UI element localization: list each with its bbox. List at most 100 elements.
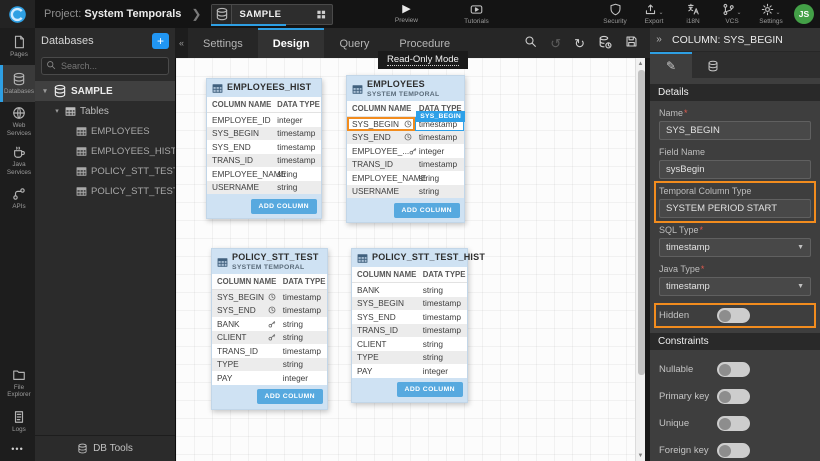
- expand-panel-icon[interactable]: »: [653, 34, 665, 45]
- toolbar-search-icon[interactable]: [524, 35, 537, 51]
- table-card-header[interactable]: EMPLOYEES_HIST: [207, 79, 321, 97]
- sidebar-item-web-services[interactable]: Web Services: [0, 102, 35, 141]
- designer-tab-settings[interactable]: Settings: [188, 28, 258, 58]
- tree-item-policy-stt-test[interactable]: POLICY_STT_TEST: [35, 161, 175, 181]
- column-row[interactable]: EMPLOYEE_IDinteger: [207, 113, 321, 127]
- column-row[interactable]: TRANS_IDtimestamp: [347, 158, 464, 172]
- sidebar-item-databases[interactable]: Databases: [0, 65, 35, 102]
- data-type-text: string: [283, 332, 303, 342]
- add-column-button[interactable]: ADD COLUMN: [397, 382, 463, 397]
- more-options-button[interactable]: •••: [0, 440, 35, 458]
- db-tools-button[interactable]: DB Tools: [35, 435, 175, 461]
- inspector-header: » COLUMN: SYS_BEGIN: [650, 28, 820, 52]
- apps-grid-icon[interactable]: [310, 5, 332, 24]
- column-row[interactable]: TRANS_IDtimestamp: [212, 344, 327, 358]
- tree-item-employees-hist[interactable]: EMPLOYEES_HIST: [35, 141, 175, 161]
- preview-button[interactable]: ▶ Preview: [391, 4, 421, 24]
- app-logo[interactable]: [0, 0, 35, 28]
- data-type-cell: timestamp: [419, 324, 467, 338]
- scroll-down-arrow[interactable]: ▼: [636, 450, 645, 461]
- workspace-tab-sample[interactable]: SAMPLE: [211, 4, 333, 25]
- hidden-toggle[interactable]: [717, 308, 750, 323]
- table-card-header[interactable]: EMPLOYEESSYSTEM TEMPORAL: [347, 76, 464, 101]
- pages-icon: [12, 35, 26, 49]
- toolbar-save-icon[interactable]: [625, 35, 638, 51]
- tutorials-button[interactable]: Tutorials: [461, 3, 491, 25]
- sidebar-item-java-services[interactable]: Java Services: [0, 141, 35, 180]
- column-row[interactable]: USERNAMEstring: [207, 181, 321, 195]
- column-row[interactable]: TRANS_IDtimestamp: [207, 154, 321, 168]
- column-row[interactable]: USERNAMEstring: [347, 185, 464, 199]
- column-name-text: TRANS_ID: [357, 325, 398, 335]
- scroll-up-arrow[interactable]: ▲: [636, 58, 645, 69]
- foreign-key-toggle[interactable]: [717, 443, 750, 458]
- column-row[interactable]: BANKstring: [212, 317, 327, 331]
- add-column-button[interactable]: ADD COLUMN: [251, 199, 317, 214]
- select-java-type[interactable]: timestamp▼: [659, 277, 811, 296]
- sidebar-item-pages[interactable]: Pages: [0, 28, 35, 65]
- column-row[interactable]: TYPEstring: [212, 358, 327, 372]
- topbar-action-i18n[interactable]: i18N: [678, 3, 708, 25]
- tree-item-label: EMPLOYEES_HIST: [91, 146, 175, 157]
- nullable-toggle[interactable]: [717, 362, 750, 377]
- sidebar-item-apis[interactable]: APIs: [0, 180, 35, 217]
- topbar-action-vcs[interactable]: ⌄VCS: [717, 3, 747, 25]
- add-column-button[interactable]: ADD COLUMN: [394, 203, 460, 218]
- column-row[interactable]: SYS_BEGINtimestamp: [212, 290, 327, 304]
- input-field-name[interactable]: sysBegin: [659, 160, 811, 179]
- tree-item-policy-stt-test-hist[interactable]: POLICY_STT_TEST_HIST: [35, 181, 175, 201]
- tree-item-tables-group[interactable]: ▾Tables: [35, 101, 175, 121]
- tab-database-options[interactable]: [692, 52, 734, 78]
- collapse-left-panel-button[interactable]: «: [175, 28, 188, 58]
- column-row[interactable]: SYS_ENDtimestamp: [352, 310, 467, 324]
- column-row[interactable]: EMPLOYEE_...integer: [347, 144, 464, 158]
- designer-tab-query[interactable]: Query: [324, 28, 384, 58]
- topbar-action-export[interactable]: ⌄Export: [639, 3, 669, 25]
- toolbar-redo-icon[interactable]: ↻: [574, 36, 585, 51]
- scrollbar-thumb[interactable]: [638, 70, 645, 375]
- user-avatar[interactable]: JS: [794, 4, 814, 24]
- column-row[interactable]: TYPEstring: [352, 351, 467, 365]
- add-database-button[interactable]: +: [152, 33, 169, 49]
- field-java-type: Java Type*timestamp▼: [659, 264, 811, 296]
- sidebar-item-logs[interactable]: Logs: [0, 403, 35, 440]
- data-type-text: string: [419, 186, 439, 196]
- caret-down-icon: ⌄: [658, 9, 663, 16]
- table-card-header[interactable]: POLICY_STT_TEST_HIST: [352, 249, 467, 267]
- column-row[interactable]: CLIENTstring: [212, 331, 327, 345]
- column-row[interactable]: BANKstring: [352, 283, 467, 297]
- toolbar-db-sync-icon[interactable]: [598, 35, 612, 52]
- search-input[interactable]: [41, 57, 169, 75]
- column-row[interactable]: PAYinteger: [352, 364, 467, 378]
- column-row[interactable]: EMPLOYEE_NAMEstring: [207, 167, 321, 181]
- tree-item-employees[interactable]: EMPLOYEES: [35, 121, 175, 141]
- column-row[interactable]: SYS_BEGINtimestampSYS_BEGIN: [347, 117, 464, 131]
- add-column-button[interactable]: ADD COLUMN: [257, 389, 323, 404]
- column-row[interactable]: SYS_ENDtimestamp: [347, 131, 464, 145]
- column-row[interactable]: SYS_ENDtimestamp: [207, 140, 321, 154]
- sidebar-item-file-explorer[interactable]: File Explorer: [0, 364, 35, 403]
- table-card-header[interactable]: POLICY_STT_TESTSYSTEM TEMPORAL: [212, 249, 327, 274]
- column-row[interactable]: TRANS_ID timestamp: [352, 324, 467, 338]
- column-row[interactable]: SYS_ENDtimestamp: [212, 304, 327, 318]
- column-row[interactable]: SYS_BEGINtimestamp: [352, 297, 467, 311]
- input-name[interactable]: SYS_BEGIN: [659, 121, 811, 140]
- topbar-action-settings[interactable]: ⌄Settings: [756, 3, 786, 25]
- unique-toggle[interactable]: [717, 416, 750, 431]
- toolbar-undo-icon[interactable]: ↺: [550, 36, 561, 51]
- column-name-text: SYS_END: [352, 132, 391, 142]
- primary-key-toggle[interactable]: [717, 389, 750, 404]
- topbar-action-security[interactable]: Security: [600, 3, 630, 25]
- data-type-cell: integer: [419, 364, 467, 378]
- designer-tab-design[interactable]: Design: [258, 28, 325, 58]
- column-row[interactable]: PAYinteger: [212, 371, 327, 385]
- input-temporal-column-type[interactable]: SYSTEM PERIOD START: [659, 199, 811, 218]
- canvas-vertical-scrollbar[interactable]: ▲ ▼: [635, 58, 645, 461]
- column-row[interactable]: CLIENTstring: [352, 337, 467, 351]
- data-type-cell: string: [419, 351, 467, 365]
- tab-edit-properties[interactable]: ✎: [650, 52, 692, 78]
- tree-item-database[interactable]: ▾SAMPLE: [35, 81, 175, 101]
- select-sql-type[interactable]: timestamp▼: [659, 238, 811, 257]
- column-row[interactable]: SYS_BEGINtimestamp: [207, 127, 321, 141]
- column-row[interactable]: EMPLOYEE_NAMEstring: [347, 171, 464, 185]
